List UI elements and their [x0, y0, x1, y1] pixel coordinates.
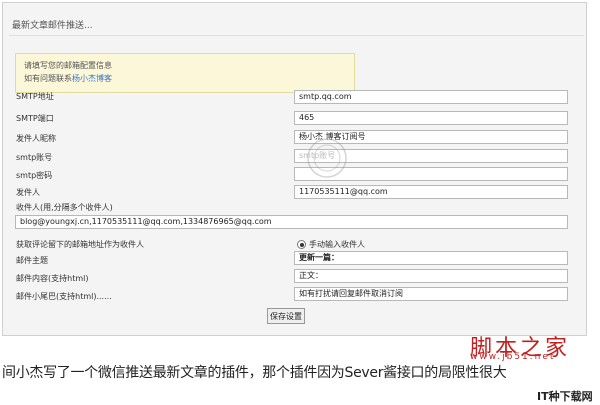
manual-recipient-radio[interactable]: 手动输入收件人	[297, 239, 365, 250]
article-caption: 间小杰写了一个微信推送最新文章的插件，那个插件因为Sever酱接口的局限性很大	[2, 365, 507, 381]
mail-content-input[interactable]: 正文：	[294, 269, 568, 283]
blog-link[interactable]: 杨小杰博客	[72, 74, 112, 83]
smtp-host-input[interactable]: smtp.qq.com	[294, 90, 568, 104]
manual-recipient-radio-label: 手动输入收件人	[309, 240, 365, 249]
smtp-port-input[interactable]: 465	[294, 111, 568, 125]
panel-title: 最新文章邮件推送...	[12, 21, 93, 31]
settings-panel: 最新文章邮件推送... 请填写您的邮箱配置信息 如有问题联系杨小杰博客 SMTP…	[2, 2, 587, 336]
comment-email-label: 获取评论留下的邮箱地址作为收件人	[16, 240, 144, 249]
smtp-host-label: SMTP地址	[16, 92, 54, 101]
radio-selected-icon	[297, 240, 306, 249]
recipients-label: 收件人(用,分隔多个收件人)	[16, 203, 113, 212]
divider	[9, 35, 584, 36]
mail-content-label: 邮件内容(支持html)	[16, 274, 89, 283]
watermark-stamp-icon	[307, 138, 347, 178]
notice-line-1: 请填写您的邮箱配置信息	[24, 61, 112, 70]
watermark-url: www.jb51.net	[470, 352, 556, 362]
smtp-account-label: smtp账号	[16, 153, 53, 162]
notice-line-2-prefix: 如有问题联系	[24, 74, 72, 83]
recipients-input[interactable]: blog@youngxj.cn,1170535111@qq.com,133487…	[15, 215, 568, 229]
notice-line-2: 如有问题联系杨小杰博客	[24, 73, 112, 84]
notice-box: 请填写您的邮箱配置信息 如有问题联系杨小杰博客	[15, 53, 355, 93]
sender-label: 发件人	[16, 188, 40, 197]
mail-subject-label: 邮件主题	[16, 256, 48, 265]
watermark-corner: IT种下载网	[537, 390, 593, 403]
sender-name-label: 发件人昵称	[16, 134, 56, 143]
mail-subject-input[interactable]: 更新一篇：	[294, 251, 568, 265]
smtp-password-label: smtp密码	[16, 171, 53, 180]
mail-tail-input[interactable]: 如有打扰请回复邮件取消订阅	[294, 287, 568, 301]
mail-tail-label: 邮件小尾巴(支持html)......	[16, 292, 112, 301]
sender-input[interactable]: 1170535111@qq.com	[294, 185, 568, 199]
smtp-port-label: SMTP端口	[16, 114, 54, 123]
save-settings-button[interactable]: 保存设置	[267, 308, 305, 324]
